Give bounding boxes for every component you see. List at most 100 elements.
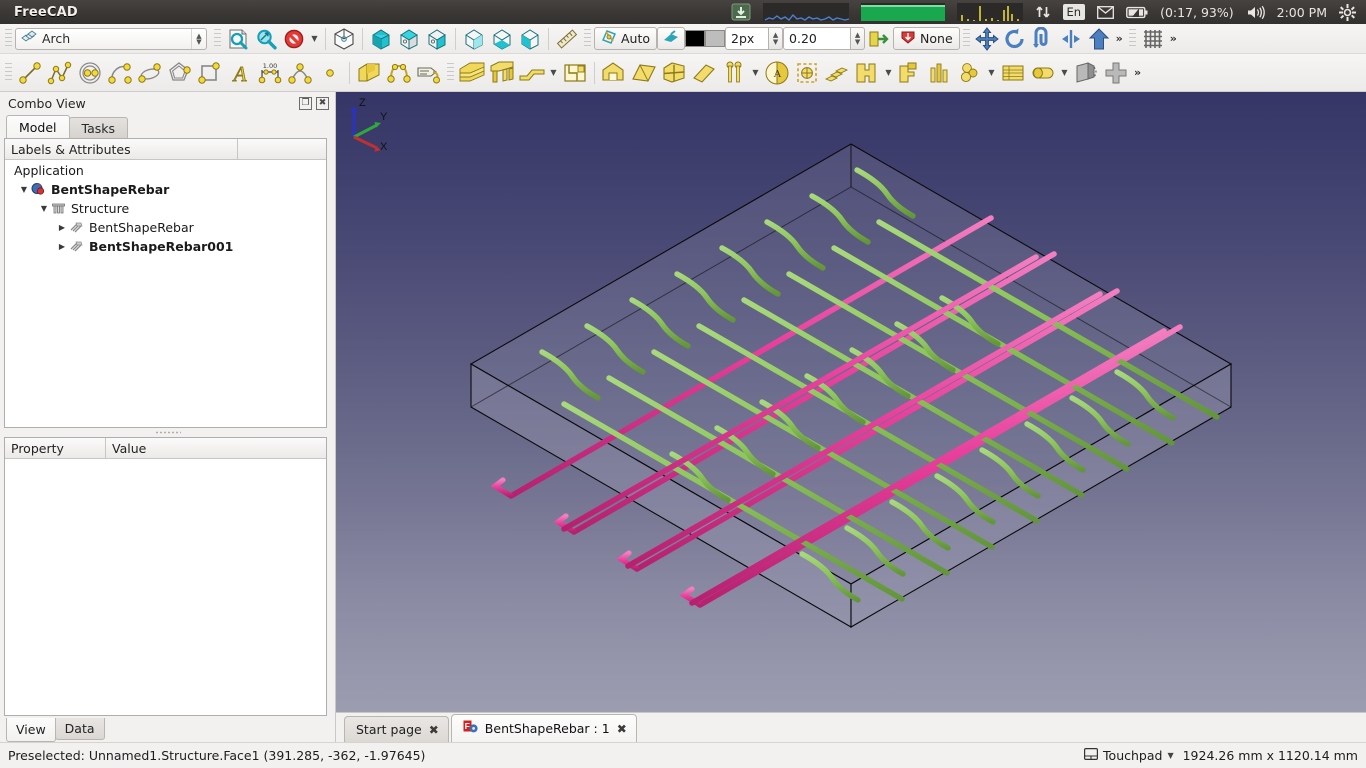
isometric-view-icon[interactable]	[330, 26, 358, 52]
tree-column-labels[interactable]: Labels & Attributes	[5, 139, 238, 159]
workbench-selector[interactable]: Arch ▲ ▼	[15, 27, 207, 50]
battery-icon[interactable]	[1120, 0, 1154, 24]
toolbar-overflow-chevron2-icon[interactable]: »	[1167, 32, 1180, 45]
session-gear-icon[interactable]	[1333, 0, 1362, 24]
arch-section-plane-icon[interactable]	[792, 57, 822, 89]
draft-arc-icon[interactable]	[105, 57, 135, 89]
tab-model[interactable]: Model	[6, 115, 70, 138]
toolbar-grip-modify[interactable]	[962, 28, 970, 49]
tree-node-rebar-2[interactable]: ▶ BentShapeRebar001	[5, 237, 326, 256]
font-size-spinner[interactable]: ▲ ▼	[851, 27, 866, 50]
toolbar-grip-grid[interactable]	[1128, 28, 1136, 49]
draft-text-icon[interactable]: A	[225, 57, 255, 89]
draft-point-icon[interactable]	[315, 57, 345, 89]
left-view-icon[interactable]	[516, 26, 544, 52]
arch-space-icon[interactable]	[852, 57, 882, 89]
draft-bspline-icon[interactable]	[285, 57, 315, 89]
download-indicator-icon[interactable]	[725, 0, 757, 24]
toolbar-grip-draft[interactable]	[584, 28, 591, 49]
toolbar-overflow-chevron-icon[interactable]: »	[1113, 32, 1126, 45]
rear-view-icon[interactable]	[460, 26, 488, 52]
document-tab-start-page[interactable]: Start page ✖	[344, 716, 449, 742]
face-color-swatch[interactable]	[705, 30, 726, 47]
font-size-input[interactable]: 0.20	[783, 27, 852, 50]
tree-node-application[interactable]: Application	[5, 161, 326, 180]
extrude-upgrade-icon[interactable]	[1085, 26, 1113, 52]
clock-label[interactable]: 2:00 PM	[1271, 0, 1333, 24]
arch-window-icon[interactable]	[659, 57, 689, 89]
navigation-mode-button[interactable]: Touchpad ▼	[1084, 748, 1174, 763]
tree-node-rebar-1[interactable]: ▶ BentShapeRebar	[5, 218, 326, 237]
draft-dimension-icon[interactable]: 1.00	[255, 57, 285, 89]
right-view-icon[interactable]	[423, 26, 451, 52]
toolbar-grip-view[interactable]	[214, 28, 221, 49]
tab-tasks[interactable]: Tasks	[68, 117, 129, 138]
offset-icon[interactable]	[1029, 26, 1057, 52]
apply-style-icon[interactable]	[865, 26, 893, 52]
arch-space-dropdown-arrow-icon[interactable]: ▼	[882, 60, 895, 86]
property-body[interactable]	[5, 459, 326, 715]
measure-icon[interactable]	[553, 26, 581, 52]
arch-add-icon[interactable]	[1101, 57, 1131, 89]
toolbar-grip-draft-tools[interactable]	[5, 62, 12, 83]
draw-style-icon[interactable]	[280, 26, 308, 52]
arch-cutplane-icon[interactable]	[1071, 57, 1101, 89]
arch-rebar-icon[interactable]	[414, 57, 444, 89]
move-icon[interactable]	[973, 26, 1001, 52]
property-column-name[interactable]: Property	[5, 438, 106, 458]
draft-polyline-icon[interactable]	[45, 57, 75, 89]
cpu-graph-icon[interactable]	[951, 0, 1029, 24]
draft-polygon-icon[interactable]	[165, 57, 195, 89]
arch-frame-dropdown-arrow-icon[interactable]: ▼	[749, 60, 762, 86]
app-menu-title[interactable]: FreeCAD	[0, 5, 78, 20]
arch-structure-icon[interactable]	[487, 57, 517, 89]
arch-panel-icon[interactable]	[689, 57, 719, 89]
draft-circle-icon[interactable]	[75, 57, 105, 89]
tree-node-document[interactable]: ▼ BentShapeRebar	[5, 180, 326, 199]
front-view-icon[interactable]	[367, 26, 395, 52]
line-width-input[interactable]: 2px	[725, 27, 770, 50]
tree-toggle-icon[interactable]: ▶	[55, 242, 69, 251]
close-icon[interactable]: ✖	[617, 723, 627, 735]
panel-splitter[interactable]	[0, 428, 335, 437]
arch-wall-brick-icon[interactable]	[457, 57, 487, 89]
grid-icon[interactable]	[1139, 26, 1167, 52]
arch-equipment-dropdown-arrow-icon[interactable]: ▼	[985, 60, 998, 86]
bottom-view-icon[interactable]	[488, 26, 516, 52]
keyboard-layout-icon[interactable]: En	[1057, 0, 1092, 24]
network-graph-icon[interactable]	[757, 0, 855, 24]
line-color-swatch[interactable]	[685, 30, 706, 47]
tab-view[interactable]: View	[6, 718, 56, 742]
tree-toggle-icon[interactable]: ▼	[17, 185, 31, 194]
volume-icon[interactable]	[1240, 0, 1271, 24]
draft-rectangle-icon[interactable]	[195, 57, 225, 89]
draft-ellipse-icon[interactable]	[135, 57, 165, 89]
draft-snap-auto-button[interactable]: Auto	[594, 27, 658, 50]
3d-viewport[interactable]: Z Y X	[336, 92, 1366, 712]
property-column-value[interactable]: Value	[106, 438, 326, 458]
arch-building-icon[interactable]	[599, 57, 629, 89]
fit-selection-icon[interactable]	[252, 26, 280, 52]
mirror-icon[interactable]	[1057, 26, 1085, 52]
toolbar-overflow-chevron3-icon[interactable]: »	[1131, 66, 1144, 79]
arch-profile-icon[interactable]	[517, 57, 547, 89]
line-width-spinner[interactable]: ▲ ▼	[769, 27, 784, 50]
arch-structure-tools-icon[interactable]	[384, 57, 414, 89]
close-icon[interactable]: ✖	[429, 724, 439, 736]
tree-column-extra[interactable]	[238, 139, 326, 159]
document-tab-bentshaperebar[interactable]: F BentShapeRebar : 1 ✖	[450, 714, 637, 742]
arch-floorplan-icon[interactable]	[560, 57, 590, 89]
arch-axis-icon[interactable]: A	[762, 57, 792, 89]
mail-icon[interactable]	[1091, 0, 1120, 24]
arch-wall-icon[interactable]	[354, 57, 384, 89]
toggle-grid-icon[interactable]	[662, 29, 680, 48]
tree-toggle-icon[interactable]: ▶	[55, 223, 69, 232]
working-plane-button[interactable]: None	[893, 27, 960, 50]
memory-graph-icon[interactable]	[855, 0, 951, 24]
fit-all-icon[interactable]	[224, 26, 252, 52]
tree-toggle-icon[interactable]: ▼	[37, 204, 51, 213]
arch-multimaterial-icon[interactable]	[895, 57, 925, 89]
arch-pipe-dropdown-arrow-icon[interactable]: ▼	[1058, 60, 1071, 86]
toolbar-grip-arch[interactable]	[447, 62, 454, 83]
arch-profile-dropdown-arrow-icon[interactable]: ▼	[547, 60, 560, 86]
